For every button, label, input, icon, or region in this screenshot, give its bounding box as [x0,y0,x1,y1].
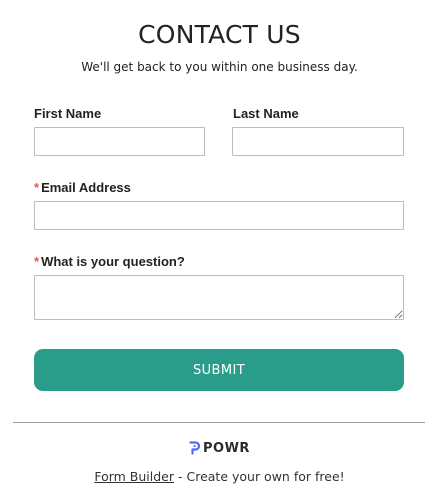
first-name-label-text: First Name [34,106,102,121]
required-marker: * [34,254,40,269]
required-marker: * [34,180,40,195]
last-name-input[interactable] [232,127,404,156]
question-label-text: What is your question? [41,254,185,269]
footer-tagline: - Create your own for free! [174,469,345,484]
footer-promo: Form Builder - Create your own for free! [0,469,439,484]
first-name-input[interactable] [34,127,205,156]
question-textarea[interactable] [34,275,404,320]
form-title: CONTACT US [138,20,301,49]
email-input[interactable] [34,201,404,230]
email-label: * Email Address [34,180,131,195]
powr-brand-text: POWR [203,440,250,456]
form-builder-link[interactable]: Form Builder [94,469,174,484]
last-name-label-text: Last Name [233,106,299,121]
submit-button[interactable]: SUBMIT [34,349,404,391]
last-name-label: Last Name [233,106,299,121]
powr-logo-icon [189,441,200,455]
form-subtitle: We'll get back to you within one busines… [81,60,358,74]
question-label: * What is your question? [34,254,185,269]
footer-divider [13,422,425,423]
email-label-text: Email Address [41,180,131,195]
first-name-label: First Name [34,106,101,121]
powr-logo[interactable]: POWR [189,440,250,456]
contact-form: CONTACT US We'll get back to you within … [0,0,439,500]
